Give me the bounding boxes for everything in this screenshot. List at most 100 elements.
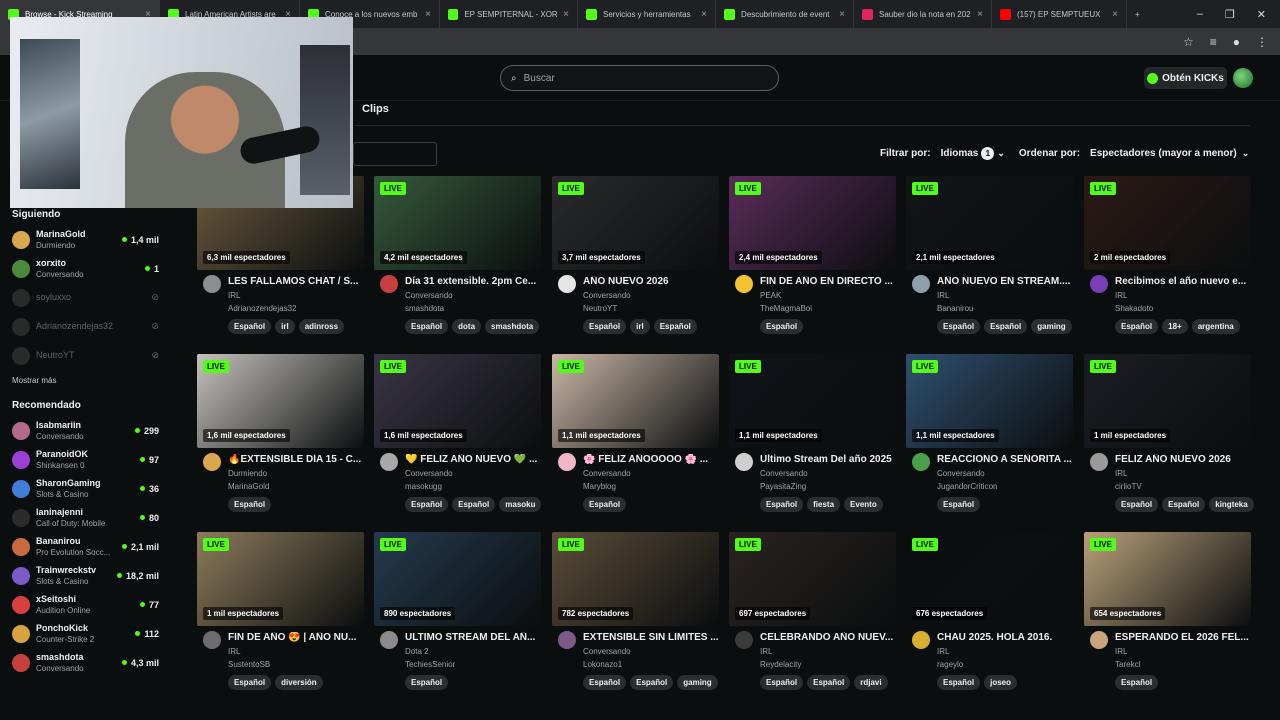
stream-category[interactable]: Durmiendo [228,469,267,478]
stream-tag[interactable]: Español [405,497,449,512]
stream-card[interactable]: LIVE 1,1 mil espectadores REACCIONO A SEÑO… [906,354,1073,522]
sidebar-channel[interactable]: MarinaGold Durmiendo 1,4 mil [0,225,175,254]
stream-tag[interactable]: Español [583,675,627,690]
stream-username[interactable]: rageylo [937,660,963,669]
stream-category[interactable]: IRL [1115,291,1127,300]
stream-tag[interactable]: Español [228,319,272,334]
stream-thumbnail[interactable]: LIVE 1,6 mil espectadores [374,354,541,448]
stream-title[interactable]: FIN DE AÑO EN DIRECTO ... [760,276,896,287]
sidebar-channel[interactable]: PonchoKick Counter-Strike 2 112 [0,619,175,648]
stream-thumbnail[interactable]: LIVE 2,4 mil espectadores [729,176,896,270]
stream-card[interactable]: LIVE 676 espectadores CHAU 2025. HOLA 2016… [906,532,1073,700]
stream-thumbnail[interactable]: LIVE 1 mil espectadores [197,532,364,626]
stream-tag[interactable]: 18+ [1162,319,1188,334]
stream-thumbnail[interactable]: LIVE 2,1 mil espectadores [906,176,1073,270]
stream-thumbnail[interactable]: LIVE 890 espectadores [374,532,541,626]
stream-tag[interactable]: smashdota [485,319,540,334]
profile-icon[interactable]: ● [1233,35,1240,49]
channel-avatar[interactable] [203,631,221,649]
stream-card[interactable]: LIVE 1,1 mil espectadores Ultimo Stream De… [729,354,896,522]
stream-username[interactable]: JugandorCriticon [937,482,997,491]
stream-tag[interactable]: joseo [984,675,1018,690]
stream-title[interactable]: Ultimo Stream Del año 2025 [760,454,896,465]
channel-avatar[interactable] [1090,275,1108,293]
stream-thumbnail[interactable]: LIVE 676 espectadores [906,532,1073,626]
browser-tab[interactable]: EP SEMPITERNAL - XORX × [440,0,578,28]
channel-avatar[interactable] [735,631,753,649]
stream-card[interactable]: LIVE 4,2 mil espectadores Día 31 extensibl… [374,176,541,344]
channel-avatar[interactable] [558,631,576,649]
stream-username[interactable]: Shakadoto [1115,304,1153,313]
stream-username[interactable]: cirlioTV [1115,482,1142,491]
close-tab-icon[interactable]: × [695,9,707,20]
stream-tag[interactable]: Español [760,319,804,334]
stream-category[interactable]: IRL [228,291,240,300]
stream-category[interactable]: IRL [228,647,240,656]
stream-title[interactable]: FIN DE AÑO 😍 | AÑO NU... [228,632,364,643]
minimize-icon[interactable]: – [1197,8,1203,21]
stream-thumbnail[interactable]: LIVE 654 espectadores [1084,532,1251,626]
stream-tag[interactable]: kingteka [1209,497,1254,512]
user-avatar[interactable] [1233,68,1253,88]
stream-category[interactable]: Conversando [405,291,453,300]
sidebar-channel[interactable]: NeutroYT ⊘ [0,341,175,370]
stream-title[interactable]: 🌸 FELIZ AÑOOOOO 🌸 ... [583,454,719,465]
stream-username[interactable]: masokugg [405,482,442,491]
stream-card[interactable]: LIVE 1 mil espectadores FIN DE AÑO 😍 | AÑO… [197,532,364,700]
stream-thumbnail[interactable]: LIVE 1,1 mil espectadores [729,354,896,448]
languages-dropdown[interactable]: Idiomas [941,148,979,159]
channel-avatar[interactable] [912,275,930,293]
stream-card[interactable]: LIVE 1 mil espectadores FELIZ AÑO NUEVO 20… [1084,354,1254,522]
stream-title[interactable]: LES FALLAMOS CHAT / S... [228,276,364,287]
stream-tag[interactable]: fiesta [807,497,841,512]
category-filter-input[interactable] [353,142,437,166]
stream-username[interactable]: Tarekcl [1115,660,1140,669]
stream-title[interactable]: REACCIONO A SEÑORITA ... [937,454,1073,465]
show-more-button[interactable]: Mostrar más [0,370,175,392]
stream-tag[interactable]: irl [275,319,295,334]
stream-card[interactable]: LIVE 2 mil espectadores Recibimos el año n… [1084,176,1251,344]
stream-title[interactable]: ULTIMO STREAM DEL AÑ... [405,632,541,643]
stream-category[interactable]: IRL [1115,469,1127,478]
stream-thumbnail[interactable]: LIVE 782 espectadores [552,532,719,626]
stream-tag[interactable]: Español [760,675,804,690]
stream-tag[interactable]: Español [760,497,804,512]
reading-list-icon[interactable]: ≡ [1210,35,1217,49]
channel-avatar[interactable] [380,453,398,471]
close-tab-icon[interactable]: × [557,9,569,20]
stream-card[interactable]: LIVE 1,1 mil espectadores 🌸 FELIZ AÑOOOOO … [552,354,719,522]
close-tab-icon[interactable]: × [971,9,983,20]
sidebar-channel[interactable]: xorxito Conversando 1 [0,254,175,283]
browser-tab[interactable]: Servicios y herramientas × [578,0,716,28]
stream-tag[interactable]: Español [630,675,674,690]
stream-username[interactable]: Bananirou [937,304,973,313]
channel-avatar[interactable] [558,275,576,293]
stream-username[interactable]: SustentoSB [228,660,270,669]
stream-username[interactable]: Adrianozendejas32 [228,304,297,313]
chevron-down-icon[interactable]: ⌄ [997,148,1005,159]
stream-username[interactable]: smashdota [405,304,444,313]
channel-avatar[interactable] [1090,453,1108,471]
stream-thumbnail[interactable]: LIVE 1,6 mil espectadores [197,354,364,448]
stream-username[interactable]: PayasitaZing [760,482,806,491]
sidebar-channel[interactable]: SharonGaming Slots & Casino 36 [0,474,175,503]
stream-title[interactable]: Recibimos el año nuevo e... [1115,276,1251,287]
stream-thumbnail[interactable]: LIVE 1,1 mil espectadores [552,354,719,448]
channel-avatar[interactable] [380,631,398,649]
sort-dropdown[interactable]: Espectadores (mayor a menor) [1090,148,1237,159]
stream-username[interactable]: Maryblog [583,482,616,491]
stream-tag[interactable]: Español [937,319,981,334]
stream-card[interactable]: LIVE 782 espectadores EXTENSIBLE SIN LIMIT… [552,532,719,700]
stream-tag[interactable]: adinross [298,319,345,334]
stream-tag[interactable]: irl [630,319,650,334]
stream-tag[interactable]: Español [1115,675,1159,690]
channel-avatar[interactable] [735,453,753,471]
channel-avatar[interactable] [203,275,221,293]
stream-tag[interactable]: gaming [1031,319,1072,334]
stream-card[interactable]: LIVE 654 espectadores ESPERANDO EL 2026 FE… [1084,532,1251,700]
browser-tab[interactable]: Descubrimiento de event × [716,0,854,28]
stream-category[interactable]: PEAK [760,291,781,300]
stream-tag[interactable]: dota [452,319,482,334]
stream-username[interactable]: TheMagmaBoi [760,304,812,313]
stream-thumbnail[interactable]: LIVE 1 mil espectadores [1084,354,1251,448]
